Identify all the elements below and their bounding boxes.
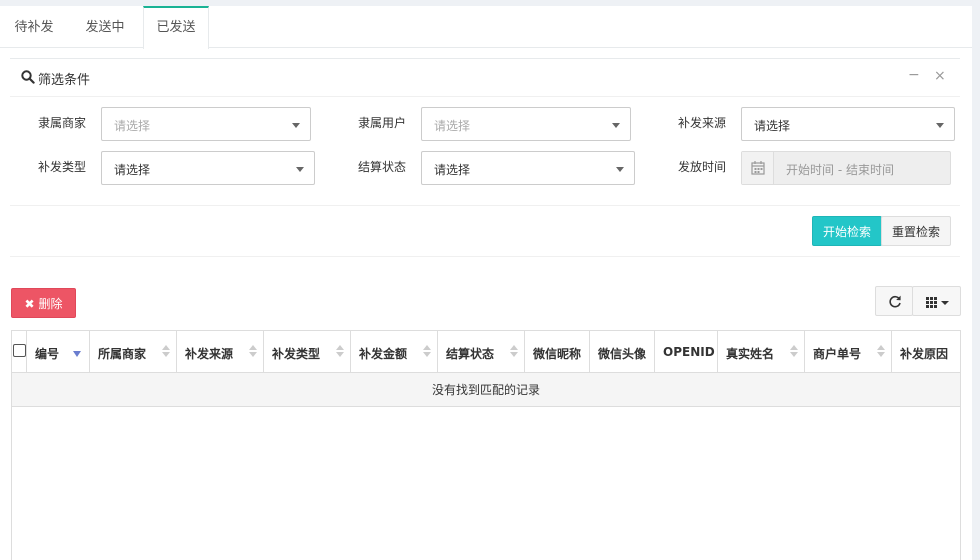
columns-toggle-button[interactable] bbox=[912, 286, 961, 316]
select-all-checkbox[interactable] bbox=[13, 344, 26, 357]
sort-icon bbox=[790, 345, 798, 359]
sort-desc-icon bbox=[73, 351, 81, 357]
divider bbox=[10, 256, 960, 257]
records-table: 编号 所属商家 补发来源 补发类型 补发金额 结算状态 微信昵称 微信头像 OP… bbox=[11, 330, 961, 560]
column-header[interactable]: 补发金额 bbox=[351, 331, 438, 373]
search-icon bbox=[21, 70, 35, 84]
user-select-value: 请选择 bbox=[434, 119, 471, 133]
calendar-addon bbox=[742, 152, 774, 184]
column-header[interactable]: 结算状态 bbox=[438, 331, 525, 373]
filter-panel-title: 筛选条件 bbox=[38, 73, 91, 88]
select-all-cell bbox=[12, 331, 27, 373]
column-header: OPENID bbox=[655, 331, 718, 373]
sort-icon bbox=[162, 345, 170, 359]
refresh-button[interactable] bbox=[875, 286, 913, 316]
delete-button-label: 删除 bbox=[38, 297, 63, 311]
start-search-button[interactable]: 开始检索 bbox=[812, 216, 882, 246]
calendar-icon bbox=[751, 161, 765, 175]
merchant-label: 隶属商家 bbox=[38, 116, 87, 130]
column-header[interactable]: 编号 bbox=[27, 331, 90, 373]
chevron-down-icon bbox=[296, 167, 304, 172]
type-select-value: 请选择 bbox=[114, 163, 151, 177]
main-frame: 待补发 发送中 已发送 筛选条件 − × 隶属商家 请选择 隶属用户 请选择 补… bbox=[0, 6, 972, 560]
sort-icon bbox=[336, 345, 344, 359]
filter-panel-header: 筛选条件 − × bbox=[10, 59, 960, 97]
source-select-value: 请选择 bbox=[754, 119, 791, 133]
user-select[interactable]: 请选择 bbox=[421, 107, 631, 141]
source-select[interactable]: 请选择 bbox=[741, 107, 955, 141]
sort-icon bbox=[249, 345, 257, 359]
column-header: 微信昵称 bbox=[525, 331, 590, 373]
merchant-select-value: 请选择 bbox=[114, 119, 151, 133]
sort-icon bbox=[510, 345, 518, 359]
issue-time-label: 发放时间 bbox=[678, 160, 727, 174]
settlement-label: 结算状态 bbox=[358, 160, 407, 174]
column-header: 微信头像 bbox=[590, 331, 655, 373]
table-header: 编号 所属商家 补发来源 补发类型 补发金额 结算状态 微信昵称 微信头像 OP… bbox=[12, 331, 960, 373]
divider bbox=[10, 205, 960, 206]
delete-button[interactable]: ✖ 删除 bbox=[11, 288, 76, 318]
sort-icon bbox=[877, 345, 885, 359]
close-icon: ✖ bbox=[24, 297, 35, 311]
merchant-select[interactable]: 请选择 bbox=[101, 107, 311, 141]
user-label: 隶属用户 bbox=[358, 116, 407, 130]
issue-time-range[interactable]: 开始时间 - 结束时间 bbox=[741, 151, 951, 185]
tab-sent[interactable]: 已发送 bbox=[143, 6, 209, 49]
column-header[interactable]: 补发来源 bbox=[177, 331, 264, 373]
tab-bar: 待补发 发送中 已发送 bbox=[0, 6, 972, 49]
empty-message: 没有找到匹配的记录 bbox=[12, 373, 960, 407]
chevron-down-icon bbox=[612, 123, 620, 128]
chevron-down-icon bbox=[292, 123, 300, 128]
grid-icon bbox=[926, 297, 949, 308]
tab-sending[interactable]: 发送中 bbox=[72, 6, 138, 48]
close-icon[interactable]: × bbox=[934, 68, 946, 84]
column-header[interactable]: 补发类型 bbox=[264, 331, 351, 373]
column-header[interactable]: 商户单号 bbox=[805, 331, 892, 373]
column-header[interactable]: 所属商家 bbox=[90, 331, 177, 373]
sort-icon bbox=[423, 345, 431, 359]
settlement-select[interactable]: 请选择 bbox=[421, 151, 635, 185]
chevron-down-icon bbox=[936, 123, 944, 128]
type-label: 补发类型 bbox=[38, 160, 87, 174]
type-select[interactable]: 请选择 bbox=[101, 151, 315, 185]
column-header: 补发原因 bbox=[900, 347, 949, 361]
column-header[interactable]: 真实姓名 bbox=[718, 331, 805, 373]
reset-search-button[interactable]: 重置检索 bbox=[881, 216, 951, 246]
source-label: 补发来源 bbox=[678, 116, 727, 130]
refresh-icon bbox=[889, 295, 901, 308]
chevron-down-icon bbox=[616, 167, 624, 172]
minimize-icon[interactable]: − bbox=[908, 67, 920, 83]
issue-time-value: 开始时间 - 结束时间 bbox=[786, 163, 894, 177]
tab-pending[interactable]: 待补发 bbox=[0, 6, 68, 48]
settlement-select-value: 请选择 bbox=[434, 163, 471, 177]
